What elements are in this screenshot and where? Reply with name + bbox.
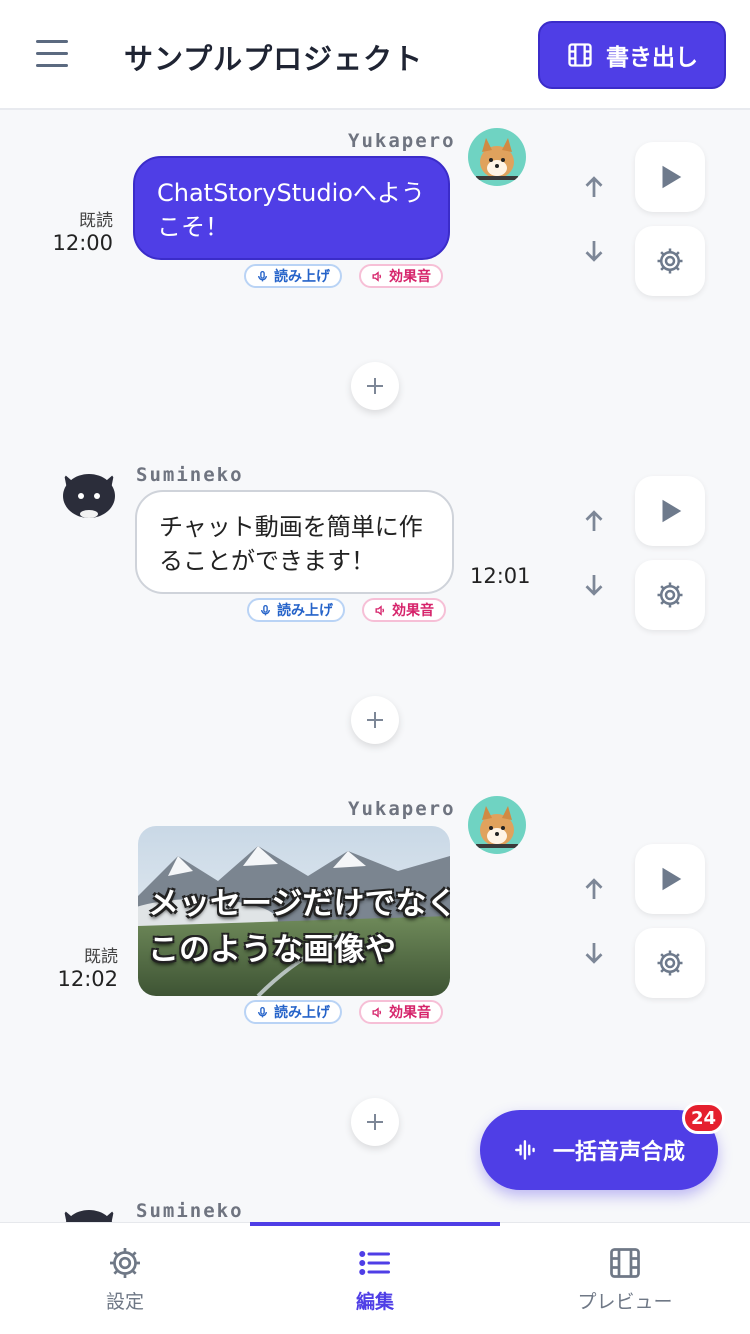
fab-label: 一括音声合成 <box>552 1140 685 1165</box>
speaker-icon <box>372 270 382 282</box>
timestamp: 既読 12:00 <box>40 206 113 255</box>
avatar-yukapero[interactable] <box>468 128 526 186</box>
move-down-icon[interactable] <box>579 938 609 968</box>
play-icon <box>662 165 682 189</box>
play-icon <box>662 499 682 523</box>
sfx-label: 効果音 <box>392 603 434 619</box>
voice-label: 読み上げ <box>274 1005 330 1021</box>
tab-label: 編集 <box>355 1290 394 1313</box>
timestamp: 12:01 <box>470 564 531 588</box>
gear-icon <box>657 950 683 976</box>
avatar-sumineko[interactable] <box>60 1200 118 1222</box>
waveform-icon <box>515 1140 535 1160</box>
tab-label: 設定 <box>105 1290 144 1313</box>
message-bubble[interactable]: チャット動画を簡単に作ることができます！ <box>135 490 454 594</box>
time-label: 12:02 <box>57 967 118 991</box>
sfx-label: 効果音 <box>389 1005 431 1021</box>
read-status: 既読 <box>84 947 118 967</box>
plus-icon <box>367 1114 383 1130</box>
sender-name: Sumineko <box>136 1200 244 1222</box>
move-up-icon[interactable] <box>579 874 609 904</box>
image-caption: このような画像や <box>148 932 396 968</box>
voice-chip[interactable]: 読み上げ <box>244 1000 342 1024</box>
move-down-icon[interactable] <box>579 236 609 266</box>
active-tab-indicator <box>250 1222 500 1226</box>
film-icon <box>568 43 592 67</box>
timestamp: 既読 12:02 <box>40 942 118 991</box>
image-caption: メッセージだけでなく、 <box>148 886 450 922</box>
export-button[interactable]: 書き出し <box>538 21 726 89</box>
voice-chip[interactable]: 読み上げ <box>247 598 345 622</box>
mic-icon <box>258 270 267 281</box>
sender-name: Yukapero <box>348 798 456 820</box>
move-down-icon[interactable] <box>579 570 609 600</box>
page-title: サンプルプロジェクト <box>124 42 424 76</box>
tab-edit[interactable]: 編集 <box>250 1223 500 1334</box>
time-label: 12:01 <box>470 564 531 588</box>
read-status: 既読 <box>79 211 113 231</box>
export-label: 書き出し <box>606 45 698 71</box>
move-up-icon[interactable] <box>579 506 609 536</box>
sfx-chip[interactable]: 効果音 <box>359 1000 443 1024</box>
gear-icon <box>657 248 683 274</box>
time-label: 12:00 <box>52 231 113 255</box>
settings-button[interactable] <box>635 560 705 630</box>
move-up-icon[interactable] <box>579 172 609 202</box>
play-button[interactable] <box>635 844 705 914</box>
voice-chip[interactable]: 読み上げ <box>244 264 342 288</box>
settings-button[interactable] <box>635 226 705 296</box>
tab-settings[interactable]: 設定 <box>0 1223 250 1334</box>
list-icon <box>359 1250 390 1275</box>
sfx-chip[interactable]: 効果音 <box>362 598 446 622</box>
menu-icon[interactable] <box>36 40 68 68</box>
plus-icon <box>367 712 383 728</box>
avatar-sumineko[interactable] <box>60 464 118 522</box>
settings-button[interactable] <box>635 928 705 998</box>
play-button[interactable] <box>635 142 705 212</box>
tab-label: プレビュー <box>577 1290 673 1313</box>
add-message-button[interactable] <box>351 1098 399 1146</box>
sfx-chip[interactable]: 効果音 <box>359 264 443 288</box>
avatar-yukapero[interactable] <box>468 796 526 854</box>
sfx-label: 効果音 <box>389 269 431 285</box>
image-message[interactable]: メッセージだけでなく、 このような画像や <box>138 826 450 996</box>
play-button[interactable] <box>635 476 705 546</box>
sender-name: Sumineko <box>136 464 244 486</box>
message-feed[interactable]: Yukapero ChatStoryStudioへようこそ！ 既読 12:00 … <box>0 112 750 1222</box>
add-message-button[interactable] <box>351 362 399 410</box>
speaker-icon <box>372 1006 382 1018</box>
gear-icon <box>657 582 683 608</box>
plus-icon <box>367 378 383 394</box>
film-icon <box>610 1247 640 1278</box>
message-bubble[interactable]: ChatStoryStudioへようこそ！ <box>133 156 450 260</box>
add-message-button[interactable] <box>351 696 399 744</box>
voice-label: 読み上げ <box>274 269 330 285</box>
mic-icon <box>258 1006 267 1017</box>
voice-label: 読み上げ <box>277 603 333 619</box>
app-header: サンプルプロジェクト 書き出し <box>0 0 750 110</box>
sender-name: Yukapero <box>348 130 456 152</box>
pending-count-badge: 24 <box>682 1102 726 1134</box>
gear-icon <box>110 1247 140 1278</box>
speaker-icon <box>375 604 385 616</box>
play-icon <box>662 867 682 891</box>
bottom-tab-bar: 設定 編集 プレビュー <box>0 1222 750 1334</box>
tab-preview[interactable]: プレビュー <box>500 1223 750 1334</box>
mic-icon <box>261 604 270 615</box>
